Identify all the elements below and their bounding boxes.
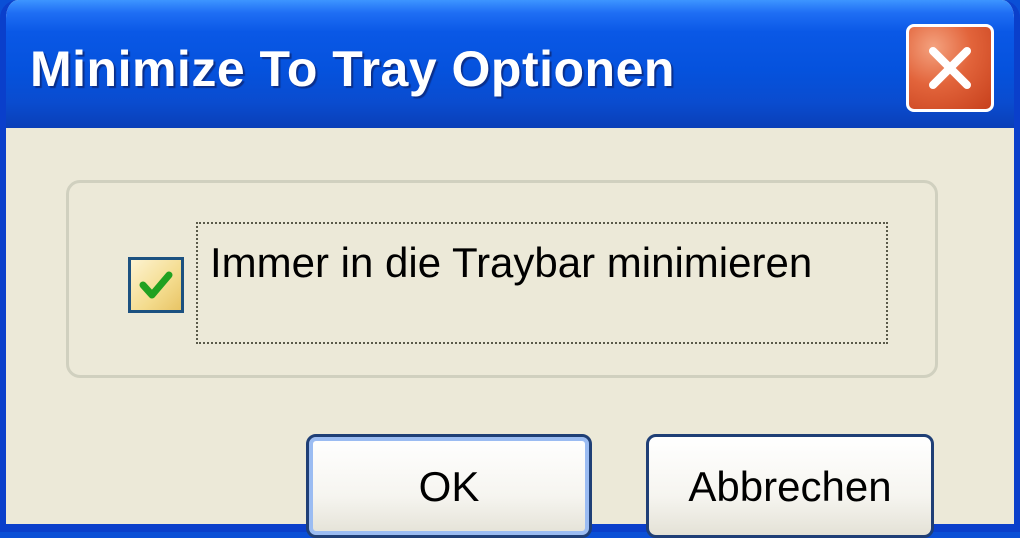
minimize-to-tray-checkbox[interactable] <box>128 257 184 313</box>
close-icon <box>929 47 971 89</box>
minimize-to-tray-label[interactable]: Immer in die Traybar minimieren <box>196 222 888 344</box>
checkmark-icon <box>139 271 173 299</box>
ok-button[interactable]: OK <box>306 434 592 538</box>
cancel-button[interactable]: Abbrechen <box>646 434 934 538</box>
window-title: Minimize To Tray Optionen <box>30 41 675 97</box>
close-button[interactable] <box>906 24 994 112</box>
title-bar[interactable]: Minimize To Tray Optionen <box>6 0 1014 128</box>
